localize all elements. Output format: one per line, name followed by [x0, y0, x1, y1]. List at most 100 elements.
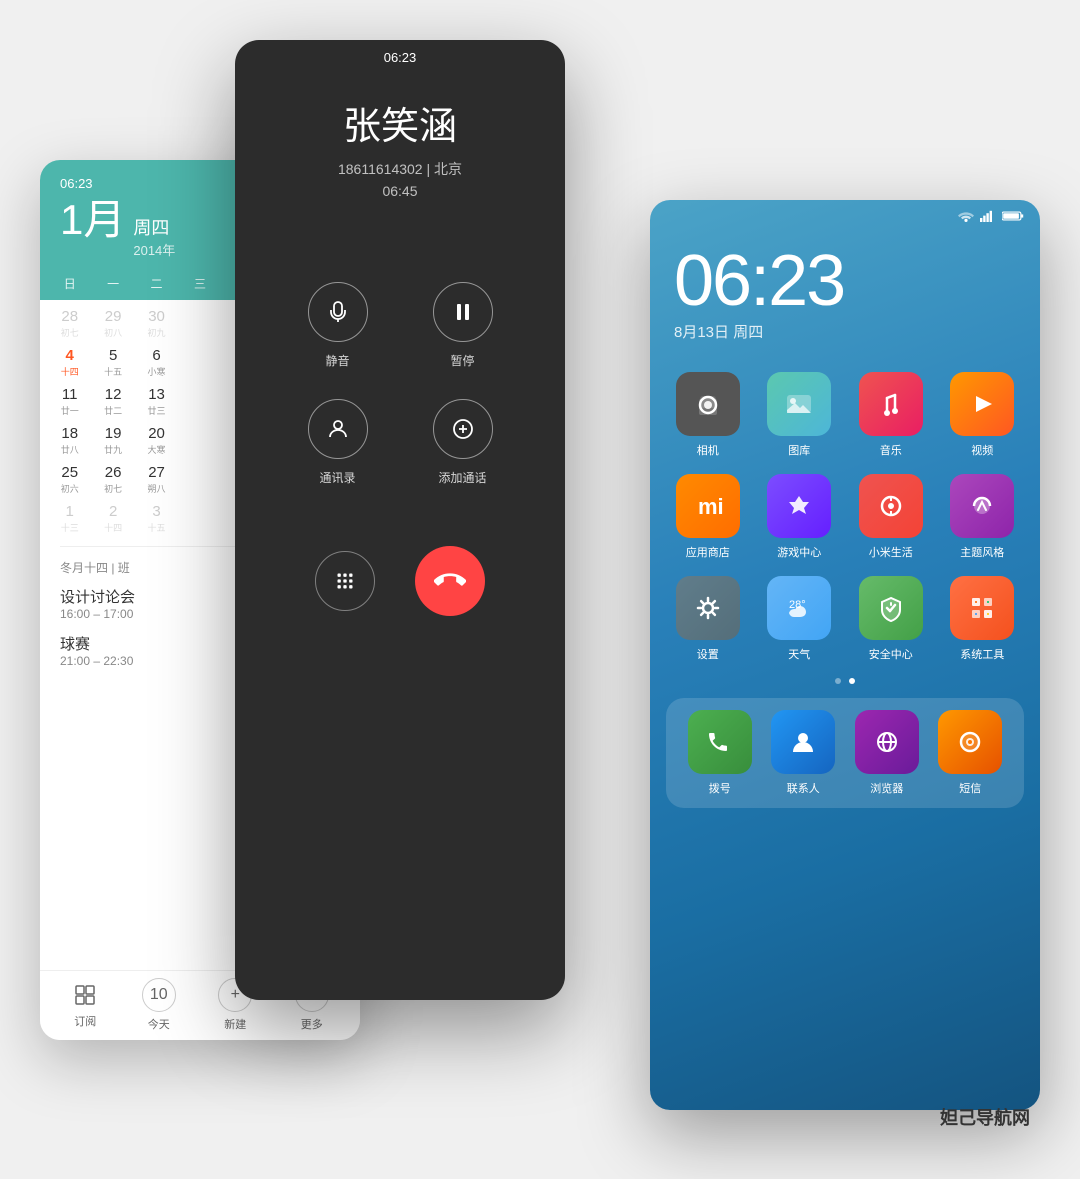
- app-dock: 拨号 联系人 浏览器: [666, 698, 1024, 808]
- cal-cell[interactable]: 12廿二: [91, 382, 134, 421]
- mute-label: 静音: [325, 352, 349, 369]
- calendar-year: 2014年: [133, 240, 175, 259]
- home-screen: 06:23 8月13日 周四 相机: [650, 200, 1040, 1110]
- browser-label: 浏览器: [870, 780, 903, 796]
- app-theme[interactable]: 主题风格: [941, 474, 1025, 560]
- phone-label: 拨号: [709, 780, 731, 796]
- music-icon: [859, 372, 923, 436]
- cal-cell[interactable]: 28初七: [48, 304, 91, 343]
- appstore-icon: mi: [676, 474, 740, 538]
- subscribe-label: 订阅: [74, 1013, 96, 1029]
- dialpad-button[interactable]: [315, 551, 375, 611]
- new-event-label: 新建: [224, 1016, 246, 1032]
- cal-cell: [178, 382, 221, 421]
- page-dots: [650, 662, 1040, 694]
- cal-cell[interactable]: 5十五: [91, 343, 134, 382]
- cal-cell[interactable]: 26初七: [91, 460, 134, 499]
- battery-icon: [1002, 210, 1024, 225]
- app-settings[interactable]: 设置: [666, 576, 750, 662]
- call-end-row: [235, 536, 565, 626]
- dot-2: [849, 678, 855, 684]
- video-label: 视频: [971, 442, 993, 458]
- watermark: 妲己导航网: [940, 1104, 1030, 1130]
- app-weather[interactable]: 28° 天气: [758, 576, 842, 662]
- today-circle: 10: [142, 978, 176, 1012]
- contacts-label: 联系人: [787, 780, 820, 796]
- contacts-app-icon: [771, 710, 835, 774]
- cal-cell[interactable]: 6小寒: [135, 343, 178, 382]
- hold-label: 暂停: [450, 352, 474, 369]
- contacts-button[interactable]: 通讯录: [295, 399, 380, 486]
- cal-cell[interactable]: 27朔八: [135, 460, 178, 499]
- games-icon: [767, 474, 831, 538]
- mute-button[interactable]: 静音: [295, 282, 380, 369]
- contacts-icon: [308, 399, 368, 459]
- app-grid-row2: mi 应用商店 游戏中心: [650, 474, 1040, 560]
- camera-icon: [676, 372, 740, 436]
- video-icon: [950, 372, 1014, 436]
- app-music[interactable]: 音乐: [849, 372, 933, 458]
- hold-button[interactable]: 暂停: [420, 282, 505, 369]
- app-video[interactable]: 视频: [941, 372, 1025, 458]
- cal-cell[interactable]: 25初六: [48, 460, 91, 499]
- app-games[interactable]: 游戏中心: [758, 474, 842, 560]
- calendar-weekday: 周四: [133, 214, 175, 240]
- phone-screen: 06:23 张笑涵 18611614302 | 北京 06:45 静音: [235, 40, 565, 1000]
- tools-label: 系统工具: [960, 646, 1004, 662]
- caller-name: 张笑涵: [235, 95, 565, 150]
- dock-contacts[interactable]: 联系人: [766, 710, 842, 796]
- phone-time: 06:23: [384, 50, 417, 65]
- app-tools[interactable]: 系统工具: [941, 576, 1025, 662]
- weekday-wed: 三: [178, 275, 221, 292]
- subscribe-button[interactable]: 订阅: [71, 981, 99, 1029]
- camera-label: 相机: [697, 442, 719, 458]
- more-label: 更多: [301, 1016, 323, 1032]
- app-appstore[interactable]: mi 应用商店: [666, 474, 750, 560]
- cal-cell[interactable]: 3十五: [135, 499, 178, 538]
- app-grid-row3: 设置 28° 天气: [650, 576, 1040, 662]
- games-label: 游戏中心: [777, 544, 821, 560]
- browser-icon: [855, 710, 919, 774]
- cal-cell[interactable]: 1十三: [48, 499, 91, 538]
- cal-cell[interactable]: 11廿一: [48, 382, 91, 421]
- cal-cell: [178, 421, 221, 460]
- weekday-tue: 二: [135, 275, 178, 292]
- sms-icon: [938, 710, 1002, 774]
- today-button[interactable]: 10 今天: [142, 978, 176, 1032]
- dock-sms[interactable]: 短信: [933, 710, 1009, 796]
- cal-cell: [178, 304, 221, 343]
- app-security[interactable]: 安全中心: [849, 576, 933, 662]
- dock-phone[interactable]: 拨号: [682, 710, 758, 796]
- cal-cell[interactable]: 30初九: [135, 304, 178, 343]
- tools-icon: [950, 576, 1014, 640]
- gallery-label: 图库: [788, 442, 810, 458]
- sms-label: 短信: [959, 780, 981, 796]
- cal-cell[interactable]: 19廿九: [91, 421, 134, 460]
- cal-cell[interactable]: 29初八: [91, 304, 134, 343]
- caller-separator: |: [426, 161, 434, 177]
- dot-1: [835, 678, 841, 684]
- dock-browser[interactable]: 浏览器: [849, 710, 925, 796]
- add-call-button[interactable]: 添加通话: [420, 399, 505, 486]
- mi-label: 小米生活: [869, 544, 913, 560]
- weather-label: 天气: [788, 646, 810, 662]
- end-call-button[interactable]: [415, 546, 485, 616]
- app-gallery[interactable]: 图库: [758, 372, 842, 458]
- cal-cell[interactable]: 2十四: [91, 499, 134, 538]
- security-icon: [859, 576, 923, 640]
- hold-icon: [433, 282, 493, 342]
- home-date: 8月13日 周四: [650, 321, 1040, 372]
- cal-cell-today[interactable]: 4十四: [48, 343, 91, 382]
- home-status-bar: [650, 200, 1040, 225]
- cal-cell[interactable]: 20大寒: [135, 421, 178, 460]
- theme-label: 主题风格: [960, 544, 1004, 560]
- contacts-label: 通讯录: [319, 469, 355, 486]
- phone-status-bar: 06:23: [235, 40, 565, 65]
- appstore-label: 应用商店: [686, 544, 730, 560]
- cal-cell: [178, 499, 221, 538]
- gallery-icon: [767, 372, 831, 436]
- cal-cell[interactable]: 18廿八: [48, 421, 91, 460]
- app-mi-life[interactable]: 小米生活: [849, 474, 933, 560]
- cal-cell[interactable]: 13廿三: [135, 382, 178, 421]
- app-camera[interactable]: 相机: [666, 372, 750, 458]
